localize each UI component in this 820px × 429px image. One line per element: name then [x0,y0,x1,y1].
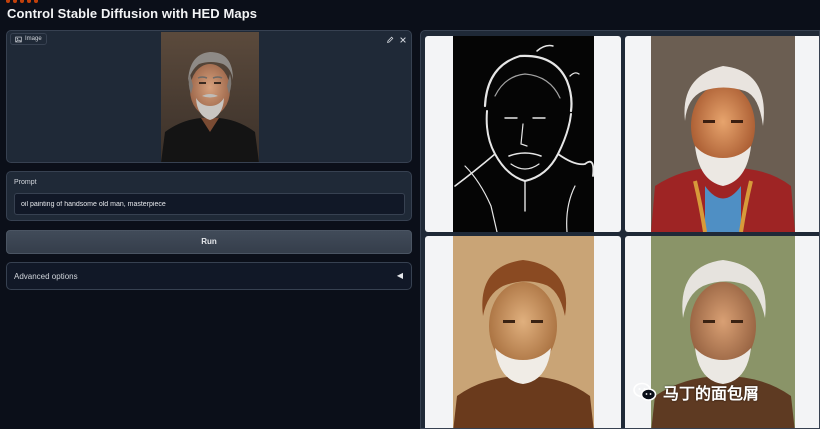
edit-icon[interactable] [385,35,395,45]
image-label: Image [25,36,42,42]
image-tools [385,35,408,45]
watermark-text: 马丁的面包屑 [663,384,760,403]
gallery-item-hed-map[interactable] [425,36,621,232]
image-input-panel[interactable]: Image [6,30,412,163]
advanced-options-label: Advanced options [14,272,78,281]
prompt-label: Prompt [14,179,37,186]
gallery-item-result-2[interactable] [425,236,621,428]
prompt-panel: Prompt [6,171,412,221]
prompt-input[interactable] [14,193,405,215]
image-icon [15,36,22,42]
watermark: 马丁的面包屑 [633,380,759,404]
close-icon[interactable] [398,35,408,45]
wechat-icon [633,382,657,401]
output-gallery [420,30,820,429]
run-button[interactable]: Run [6,230,412,254]
input-portrait-image [161,32,259,162]
app-title: Control Stable Diffusion with HED Maps [7,6,258,21]
image-label-tag: Image [10,33,47,45]
gallery-item-result-1[interactable] [625,36,819,232]
advanced-options-accordion[interactable]: Advanced options ◀ [6,262,412,290]
collapse-arrow-icon[interactable]: ◀ [397,271,403,280]
window-dots [6,0,38,3]
